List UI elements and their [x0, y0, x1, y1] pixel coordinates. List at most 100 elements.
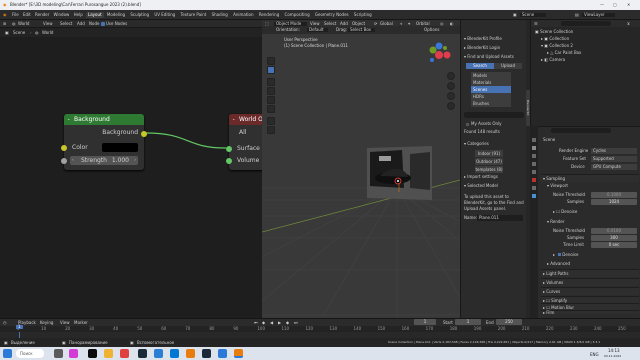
asset-type-models[interactable]: Models — [471, 72, 511, 79]
annotate-tool-icon[interactable] — [267, 117, 275, 125]
outliner-row[interactable]: ▣ Scene Collection — [533, 28, 639, 35]
transform-tool-icon[interactable] — [267, 105, 275, 113]
category-indoor[interactable]: Indoor (91) — [475, 150, 503, 157]
find-upload-header[interactable]: ▾ Find and Upload Assets — [464, 55, 514, 59]
tool-tab-icon[interactable] — [532, 138, 536, 142]
feature-set-select[interactable]: Supported — [591, 156, 637, 162]
move-tool-icon[interactable] — [267, 78, 275, 86]
asset-type-hdrs[interactable]: HDRs — [471, 93, 511, 100]
timeline-ruler[interactable]: 0102030405060708090100110120130140150160… — [0, 326, 640, 332]
end-frame-field[interactable]: 250 — [496, 319, 522, 325]
name-field[interactable]: Plane.011 — [477, 215, 523, 221]
decrement-arrow-icon[interactable]: ‹ — [72, 158, 74, 162]
tab-layout[interactable]: Layout — [86, 12, 104, 18]
scale-tool-icon[interactable] — [267, 96, 275, 104]
categories-header[interactable]: ▾ Categories — [464, 142, 489, 146]
tab-texture-paint[interactable]: Texture Paint — [179, 12, 209, 18]
blender-menu-icon[interactable]: ◉ — [3, 13, 7, 17]
outliner-search-input[interactable] — [561, 21, 611, 26]
color-input-socket[interactable] — [61, 145, 67, 151]
outliner-type-icon[interactable]: ☰ — [534, 22, 538, 26]
next-keyframe-icon[interactable]: ◆ — [286, 321, 289, 325]
blenderkit-profile-header[interactable]: ▾ BlenderKit Profile — [464, 37, 502, 41]
blender-taskbar-icon[interactable] — [186, 349, 195, 358]
object-tab-icon[interactable] — [532, 186, 536, 190]
perspective-grid-icon[interactable] — [447, 102, 455, 110]
menu-edit[interactable]: Edit — [23, 13, 31, 17]
selected-model-header[interactable]: ▾ Selected Model — [464, 184, 498, 188]
orientation-default-select[interactable]: Default — [307, 28, 328, 32]
cursor-tool-icon[interactable] — [267, 57, 275, 65]
noise-threshold-field[interactable]: 0.1000 — [591, 192, 637, 198]
curves-panel-header[interactable]: ▸ Curves — [541, 287, 639, 295]
start-frame-field[interactable]: 1 — [455, 319, 481, 325]
tab-animation[interactable]: Animation — [231, 12, 255, 18]
close-button[interactable]: ✕ — [627, 3, 630, 7]
steam-icon[interactable] — [138, 349, 147, 358]
color-swatch[interactable] — [102, 143, 138, 152]
timeline-menu-marker[interactable]: Marker — [74, 321, 88, 325]
prev-keyframe-icon[interactable]: ◆ — [262, 321, 265, 325]
timeline-menu-keying[interactable]: Keying — [40, 321, 53, 325]
3d-viewport[interactable] — [262, 20, 460, 318]
sampling-panel-header[interactable]: ▾ Sampling — [541, 174, 639, 182]
category-templates[interactable]: templates (8) — [475, 166, 503, 173]
time-limit-field[interactable]: 0 sec — [591, 242, 637, 248]
view-layer-selector[interactable]: ViewLayer — [582, 13, 615, 17]
scene-tab-icon[interactable] — [532, 170, 536, 174]
increment-arrow-icon[interactable]: › — [134, 158, 136, 162]
properties-search-input[interactable] — [551, 128, 611, 133]
navigation-gizmo[interactable] — [424, 40, 454, 70]
filter-icon[interactable]: ⊻ — [627, 22, 630, 26]
play-reverse-icon[interactable]: ◀ — [270, 321, 273, 325]
app-icon[interactable] — [88, 349, 97, 358]
app-icon[interactable] — [69, 349, 78, 358]
import-settings-header[interactable]: ▸ Import settings — [464, 175, 498, 179]
tab-compositing[interactable]: Compositing — [283, 12, 312, 18]
collapse-chevron-icon[interactable]: ⌄ — [232, 117, 235, 121]
render-engine-select[interactable]: Cycles — [591, 148, 637, 154]
select-box-tool-icon[interactable] — [267, 66, 275, 74]
rotate-tool-icon[interactable] — [267, 87, 275, 95]
outliner-row[interactable]: ▸ △ Car Paint Box — [533, 49, 639, 56]
tab-upload[interactable]: Upload — [494, 63, 522, 69]
scene-selector[interactable]: Scene — [520, 13, 547, 17]
blenderkit-login-header[interactable]: ▸ BlenderKit Login — [464, 46, 500, 50]
timeline-menu-view[interactable]: View — [60, 321, 70, 325]
tab-geometry-nodes[interactable]: Geometry Nodes — [313, 12, 351, 18]
app-icon[interactable] — [218, 349, 227, 358]
current-frame-field[interactable]: 1 — [414, 319, 436, 325]
menu-window[interactable]: Window — [54, 13, 70, 17]
maximize-button[interactable]: ▢ — [613, 3, 617, 7]
target-select[interactable]: All — [239, 130, 246, 136]
tab-scripting[interactable]: Scripting — [352, 12, 374, 18]
steam-icon[interactable] — [202, 349, 211, 358]
film-panel-header[interactable]: ▸ Film — [541, 310, 639, 315]
denoise-checkbox[interactable] — [558, 253, 561, 256]
app-icon[interactable] — [120, 349, 129, 358]
outliner-row[interactable]: ▸ ◧ Camera — [533, 56, 639, 63]
modifier-tab-icon[interactable] — [532, 194, 536, 198]
jump-start-icon[interactable]: ⏮ — [254, 321, 258, 325]
minimize-button[interactable]: — — [600, 3, 604, 7]
background-node[interactable]: ⌄ Background Background Color ‹ Strength… — [61, 114, 147, 170]
denoise-subpanel-header[interactable]: ▸ ☐ Denoise — [553, 210, 577, 214]
advanced-subpanel-header[interactable]: ▸ Advanced — [547, 262, 570, 266]
device-select[interactable]: GPU Compute — [591, 164, 637, 170]
asset-type-materials[interactable]: Materials — [471, 79, 511, 86]
tab-shading[interactable]: Shading — [210, 12, 230, 18]
task-view-icon[interactable] — [54, 349, 63, 358]
tab-modeling[interactable]: Modeling — [105, 12, 127, 18]
tab-rendering[interactable]: Rendering — [257, 12, 281, 18]
search-input[interactable] — [464, 112, 524, 118]
background-output-socket[interactable] — [141, 131, 147, 137]
timeline-type-icon[interactable]: ◷ — [3, 321, 7, 325]
render-denoise-subpanel-header[interactable]: ▸ Denoise — [553, 253, 578, 257]
measure-tool-icon[interactable] — [267, 126, 275, 134]
playhead[interactable]: 1 — [16, 325, 23, 329]
start-menu-icon[interactable] — [3, 349, 12, 358]
strength-field[interactable]: ‹ Strength 1.000 › — [70, 156, 138, 165]
strength-input-socket[interactable] — [61, 158, 67, 164]
input-language[interactable]: ENG — [590, 353, 599, 357]
pan-hand-icon[interactable] — [447, 82, 455, 90]
